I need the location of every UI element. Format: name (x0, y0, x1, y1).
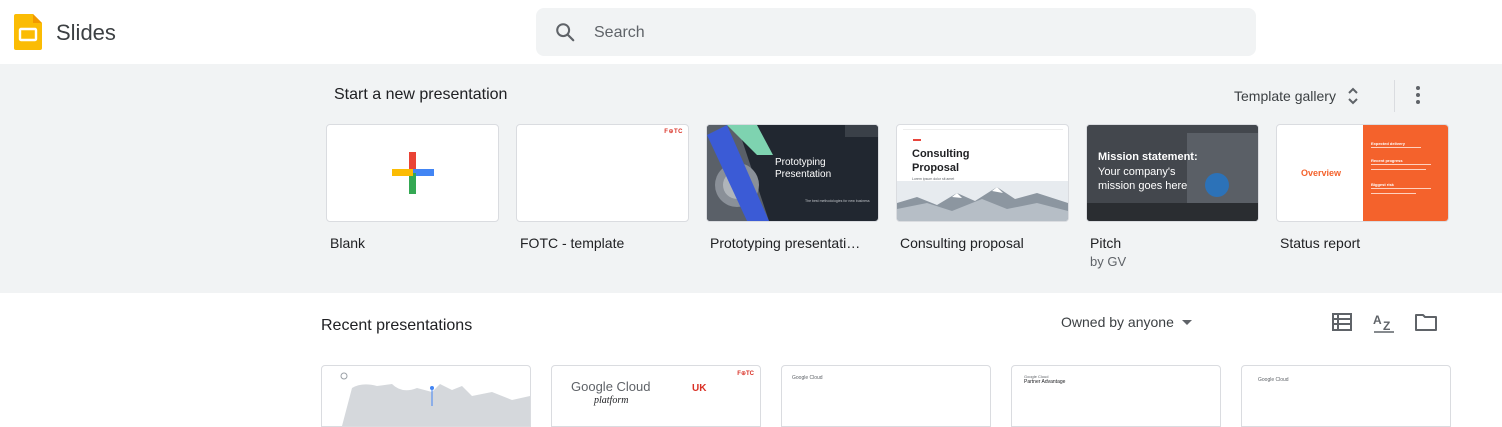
search-bar[interactable] (536, 8, 1256, 58)
plus-icon (392, 152, 434, 194)
side-heading: Recent progress (1371, 158, 1403, 163)
folder-icon[interactable] (1414, 310, 1438, 334)
search-input[interactable] (592, 8, 1236, 58)
thumb-title: Overview (1301, 168, 1342, 178)
recent-card[interactable]: Google Cloud platform UK F⊕TC (551, 365, 761, 427)
recent-card-title: Google Cloud (1258, 377, 1289, 383)
template-thumbnail[interactable] (326, 124, 499, 222)
recent-card[interactable] (321, 365, 531, 427)
template-card-fotc[interactable]: F⊕TC FOTC - template (516, 124, 689, 251)
divider (1394, 80, 1395, 112)
side-heading: Expected delivery (1371, 141, 1406, 146)
template-gallery-label: Template gallery (1234, 88, 1336, 104)
thumb-body: Your company's mission goes here (1098, 166, 1188, 192)
template-thumbnail[interactable]: F⊕TC (516, 124, 689, 222)
thumb-rule (903, 129, 1063, 130)
list-view-icon[interactable] (1330, 310, 1354, 334)
thumb-title: Mission statement: (1098, 151, 1198, 163)
recent-card-subtitle: platform (594, 395, 629, 406)
template-thumbnail[interactable]: Overview Expected delivery Recent progre… (1276, 124, 1449, 222)
thumb-caption: The best methodologies for new business (805, 199, 870, 203)
recent-card[interactable]: Google Cloud (781, 365, 991, 427)
fotc-badge: F⊕TC (664, 129, 683, 135)
thumb-title: Consulting Proposal (912, 148, 970, 174)
sort-az-icon[interactable]: A Z (1372, 310, 1396, 334)
more-vert-icon[interactable] (1406, 82, 1430, 108)
svg-text:Z: Z (1383, 319, 1390, 333)
thumb-title: Prototyping Presentation (775, 157, 832, 180)
template-thumbnail[interactable]: Prototyping Presentation The best method… (706, 124, 879, 222)
recent-card[interactable]: Google Cloud Partner Advantage (1011, 365, 1221, 427)
template-gallery-button[interactable]: Template gallery (1234, 82, 1360, 110)
recent-card-title: Google Cloud (792, 375, 823, 381)
recent-card-title: Google Cloud (571, 379, 651, 394)
template-author: by GV (1090, 254, 1127, 269)
app-name[interactable]: Slides (56, 20, 116, 46)
side-line (1371, 169, 1426, 170)
section-title: Start a new presentation (334, 86, 508, 103)
thumb-accent (913, 139, 921, 141)
template-label: Pitch (1090, 235, 1122, 251)
template-label: Status report (1280, 235, 1361, 251)
fotc-badge: F⊕TC (737, 371, 754, 377)
chevron-down-icon (1181, 319, 1192, 325)
template-card-pitch[interactable]: Mission statement: Your company's missio… (1086, 124, 1259, 269)
template-card-prototyping[interactable]: Prototyping Presentation The best method… (706, 124, 879, 251)
thumb-side-panel: Expected delivery Recent progress Bigges… (1363, 125, 1448, 221)
template-section: Start a new presentation Template galler… (0, 64, 1502, 293)
side-heading: Biggest risk (1371, 182, 1394, 187)
template-label: Prototyping presentati… (710, 235, 861, 251)
app-header: Slides (0, 0, 1502, 64)
recent-card-tag: UK (692, 383, 707, 394)
template-thumbnail[interactable]: Mission statement: Your company's missio… (1086, 124, 1259, 222)
mountain-artwork (897, 181, 1068, 221)
template-card-status-report[interactable]: Overview Expected delivery Recent progre… (1276, 124, 1449, 251)
slides-logo-icon[interactable] (14, 14, 42, 50)
recent-card-title: Partner Advantage (1024, 379, 1066, 385)
template-label: Consulting proposal (900, 235, 1024, 251)
map-thumbnail (340, 372, 530, 426)
search-icon[interactable] (554, 21, 576, 43)
side-line (1371, 188, 1431, 189)
template-thumbnail[interactable]: Consulting Proposal Lorem ipsum dolor si… (896, 124, 1069, 222)
side-line (1371, 193, 1416, 194)
template-label: FOTC - template (520, 235, 625, 251)
template-card-blank[interactable]: Blank (326, 124, 499, 251)
recent-card[interactable]: Google Cloud (1241, 365, 1451, 427)
owner-filter-label: Owned by anyone (1061, 314, 1174, 330)
svg-text:A: A (1373, 313, 1382, 327)
recent-title: Recent presentations (321, 317, 473, 334)
template-card-consulting[interactable]: Consulting Proposal Lorem ipsum dolor si… (896, 124, 1069, 251)
owner-filter-dropdown[interactable]: Owned by anyone (1061, 314, 1192, 330)
unfold-icon (1348, 87, 1358, 105)
side-line (1371, 147, 1421, 148)
template-label: Blank (330, 235, 366, 251)
side-line (1371, 164, 1431, 165)
